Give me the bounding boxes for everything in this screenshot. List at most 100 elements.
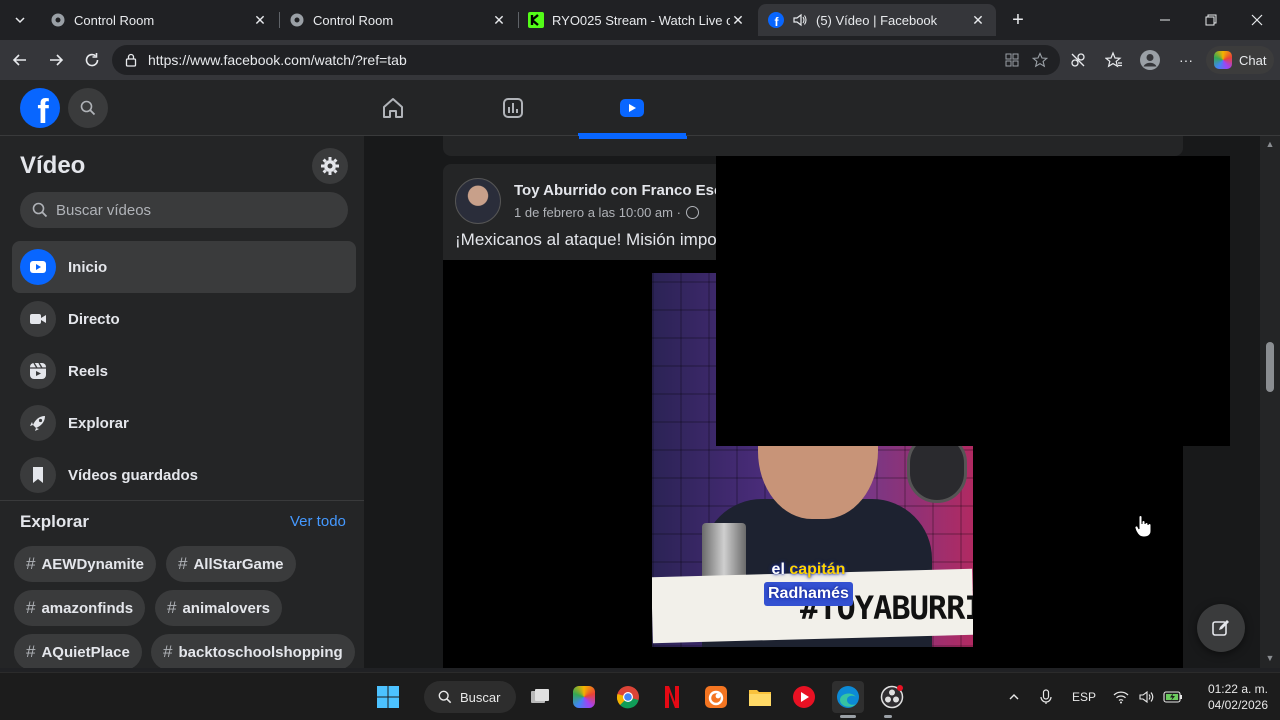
hashtag-chip[interactable]: # backtoschoolshopping	[151, 634, 355, 668]
taskbar-search[interactable]: Buscar	[424, 681, 516, 713]
tab-title: Control Room	[313, 12, 394, 28]
profile-avatar-icon[interactable]	[1138, 48, 1162, 72]
microphone-icon[interactable]	[1036, 681, 1056, 713]
tray-overflow-icon[interactable]	[1004, 681, 1024, 713]
post-author[interactable]: Toy Aburrido con Franco Esca	[514, 182, 731, 199]
hashtag-icon: #	[26, 598, 36, 617]
back-button[interactable]	[6, 46, 34, 74]
chevron-down-icon	[15, 17, 25, 24]
obs-icon[interactable]	[876, 681, 908, 713]
hashtag-chip[interactable]: # AllStarGame	[166, 546, 296, 582]
scroll-down-icon[interactable]: ▼	[1264, 652, 1276, 664]
wifi-icon[interactable]	[1110, 681, 1132, 713]
netflix-icon[interactable]	[656, 681, 688, 713]
previous-post-footer	[443, 136, 1183, 156]
hashtag-chip[interactable]: # animalovers	[155, 590, 283, 626]
active-app-indicator	[840, 715, 856, 718]
post-timestamp[interactable]: 1 de febrero a las 10:00 am ·	[514, 205, 681, 220]
crunchyroll-icon[interactable]	[700, 681, 732, 713]
video-search-field[interactable]	[20, 192, 348, 228]
hashtag-label: AQuietPlace	[41, 643, 130, 661]
search-icon	[80, 100, 96, 116]
more-menu-icon[interactable]: ···	[1174, 48, 1198, 72]
hashtag-chip[interactable]: # AQuietPlace	[14, 634, 142, 668]
sidebar-item-label: Inicio	[68, 258, 108, 276]
file-explorer-icon[interactable]	[744, 681, 776, 713]
nav-video[interactable]	[576, 80, 688, 136]
dashboard-icon	[503, 98, 523, 118]
video-search-input[interactable]	[56, 201, 326, 219]
sidebar-item-reels[interactable]: Reels	[12, 345, 356, 397]
sidebar-item-videos-guardados[interactable]: Vídeos guardados	[12, 449, 356, 501]
author-avatar[interactable]	[455, 178, 501, 224]
tab-search-button[interactable]	[6, 6, 34, 34]
black-overlay-window	[716, 156, 1230, 446]
minimize-button[interactable]	[1142, 0, 1188, 40]
sidebar-item-label: Directo	[68, 310, 120, 328]
close-icon	[1251, 14, 1263, 26]
hashtag-icon: #	[163, 642, 173, 661]
facebook-logo-icon[interactable]: f	[20, 88, 60, 128]
media-player-icon[interactable]	[788, 681, 820, 713]
sidebar-item-explorar[interactable]: Explorar	[12, 397, 356, 449]
forward-button[interactable]	[42, 46, 70, 74]
nav-home[interactable]	[337, 80, 449, 136]
clock-date: 04/02/2026	[1207, 698, 1268, 712]
copilot-icon	[1214, 51, 1232, 69]
browser-tab[interactable]: RYO025 Stream - Watch Live on Ki ✕	[518, 4, 756, 36]
restore-button[interactable]	[1188, 0, 1234, 40]
browser-tab[interactable]: Control Room ✕	[279, 4, 517, 36]
nav-dashboard[interactable]	[457, 80, 569, 136]
explore-heading: Explorar	[20, 512, 89, 531]
search-button[interactable]	[68, 88, 108, 128]
hashtag-chip[interactable]: # AEWDynamite	[14, 546, 156, 582]
task-view-icon[interactable]	[524, 681, 556, 713]
system-clock[interactable]: 01:22 a. m. 04/02/2026	[1192, 681, 1268, 713]
volume-icon[interactable]	[1136, 681, 1158, 713]
close-icon[interactable]: ✕	[730, 12, 746, 28]
close-icon[interactable]: ✕	[252, 12, 268, 28]
favorites-icon[interactable]	[1102, 48, 1126, 72]
settings-button[interactable]	[312, 148, 348, 184]
browser-tab[interactable]: Control Room ✕	[40, 4, 278, 36]
address-bar[interactable]: https://www.facebook.com/watch/?ref=tab	[112, 45, 1060, 75]
battery-charging-icon[interactable]	[1162, 681, 1184, 713]
extensions-icon[interactable]	[1066, 48, 1090, 72]
chrome-icon[interactable]	[612, 681, 644, 713]
hashtag-label: animalovers	[182, 599, 271, 617]
see-all-link[interactable]: Ver todo	[290, 513, 346, 530]
browser-tab-active[interactable]: f (5) Vídeo | Facebook ✕	[758, 4, 996, 36]
star-icon[interactable]	[1032, 52, 1048, 68]
kick-icon	[528, 12, 544, 28]
close-icon[interactable]: ✕	[970, 12, 986, 28]
edge-icon[interactable]	[832, 681, 864, 713]
sidebar-divider	[0, 500, 364, 501]
close-window-button[interactable]	[1234, 0, 1280, 40]
tab-title: RYO025 Stream - Watch Live on Ki	[552, 12, 730, 28]
search-icon	[438, 690, 452, 704]
sidebar-item-inicio[interactable]: Inicio	[12, 241, 356, 293]
windows-start-icon[interactable]	[372, 681, 404, 713]
browser-toolbar: https://www.facebook.com/watch/?ref=tab …	[0, 40, 1280, 80]
video-home-icon	[20, 249, 56, 285]
hashtag-chip[interactable]: # amazonfinds	[14, 590, 146, 626]
copilot-chat-button[interactable]: Chat	[1206, 46, 1274, 74]
sidebar-item-directo[interactable]: Directo	[12, 293, 356, 345]
compose-button[interactable]	[1197, 604, 1245, 652]
speaker-icon[interactable]	[792, 12, 808, 28]
reels-icon	[20, 353, 56, 389]
new-tab-button[interactable]: +	[1006, 8, 1030, 32]
scroll-thumb[interactable]	[1266, 342, 1274, 392]
copilot-app-icon[interactable]	[568, 681, 600, 713]
language-indicator[interactable]: ESP	[1066, 681, 1102, 713]
scroll-up-icon[interactable]: ▲	[1264, 138, 1276, 150]
reload-button[interactable]	[78, 46, 106, 74]
caption-line-2: Radhamés	[764, 582, 853, 606]
progress-underline	[579, 136, 687, 139]
tab-title: Control Room	[74, 12, 155, 28]
url-text: https://www.facebook.com/watch/?ref=tab	[148, 52, 407, 68]
close-icon[interactable]: ✕	[491, 12, 507, 28]
clock-time: 01:22 a. m.	[1207, 682, 1268, 696]
page-scrollbar[interactable]: ▲ ▼	[1260, 136, 1280, 668]
apps-icon[interactable]	[1004, 52, 1020, 68]
